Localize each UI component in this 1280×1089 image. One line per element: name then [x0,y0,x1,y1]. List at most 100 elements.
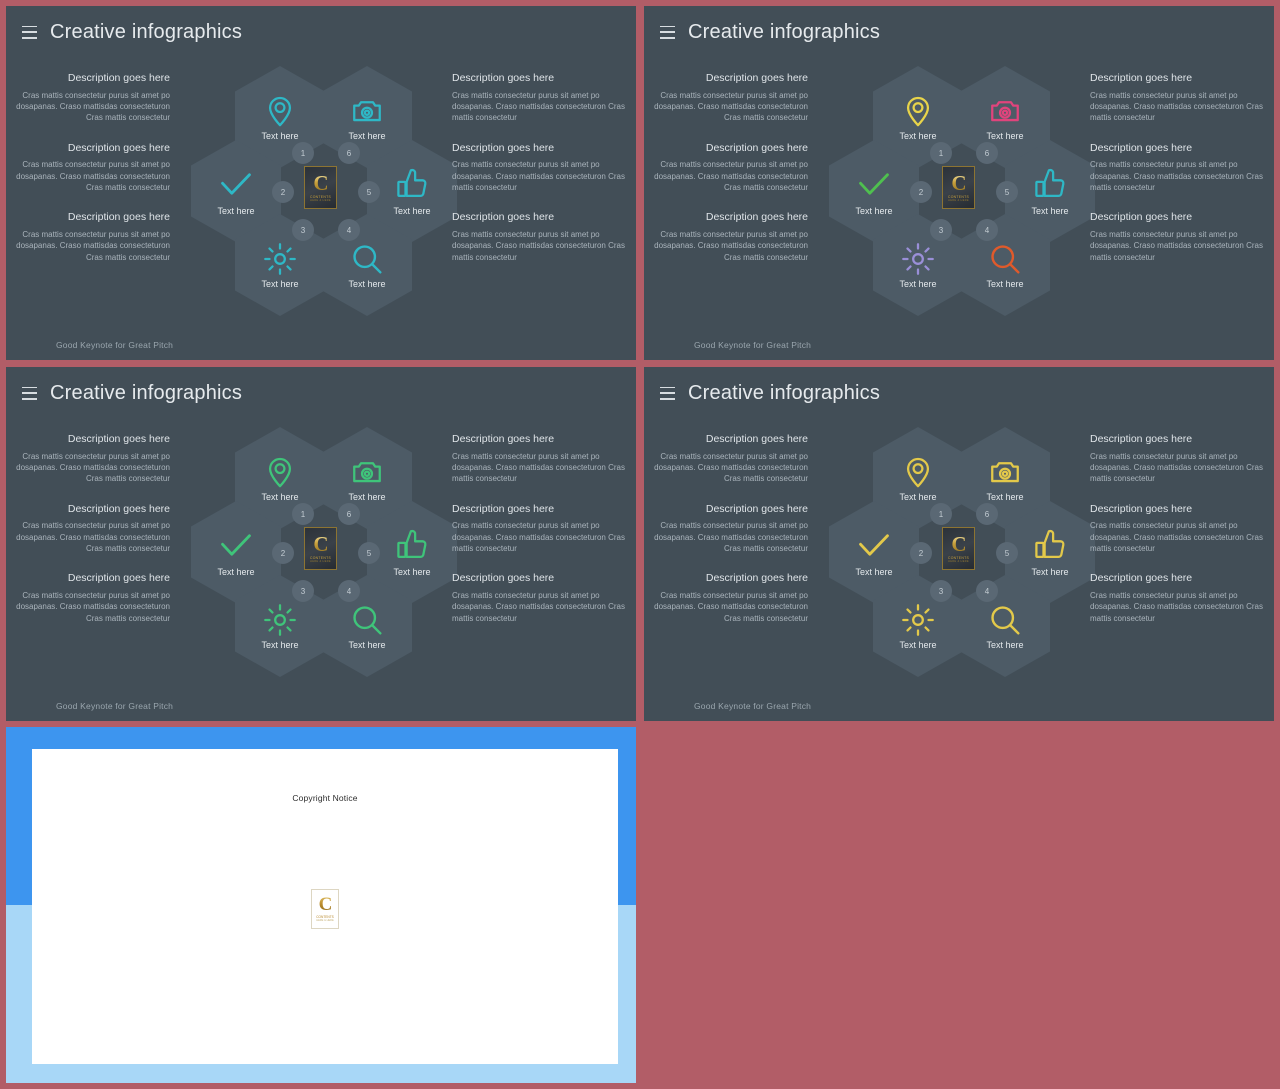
logo-letter: C [313,170,328,195]
description-body: Cras mattis consectetur purus sit amet p… [452,160,625,192]
description-block: Description goes here Cras mattis consec… [452,72,626,124]
description-block: Description goes here Cras mattis consec… [6,72,170,124]
description-title: Description goes here [705,211,808,224]
step-number-badge[interactable]: 6 [976,503,998,525]
description-title: Description goes here [67,433,170,445]
hamburger-icon[interactable] [660,25,675,39]
location-pin-icon [263,94,297,128]
description-title: Description goes here [1090,211,1193,224]
hamburger-icon[interactable] [22,386,37,400]
hex-tile-label: Text here [348,639,386,650]
step-number-badge[interactable]: 4 [338,580,360,602]
description-title: Description goes here [705,72,808,84]
description-body: Cras mattis consectetur purus sit amet p… [1090,229,1263,262]
step-number-badge[interactable]: 6 [338,142,360,164]
description-block: Description goes here Cras mattis consec… [452,142,626,194]
search-icon [988,242,1022,276]
step-number-badge[interactable]: 6 [976,142,998,164]
hexagon-cluster: Text here Text here Text here Text here Text… [191,66,457,316]
description-title: Description goes here [452,572,555,585]
step-number-badge[interactable]: 1 [292,142,314,164]
hex-tile-label: Text here [986,278,1024,289]
hex-tile-label: Text here [855,205,893,216]
page-title: Creative infographics [688,20,881,43]
page-title: Creative infographics [688,381,881,404]
logo-line-2: HERE & HERE [948,559,969,563]
slide-panel-3[interactable]: Creative infographics Description goes h… [6,367,636,721]
step-number-badge[interactable]: 3 [292,219,314,241]
description-title: Description goes here [452,72,555,84]
slide-footer: Good Keynote for Great Pitch [694,701,812,711]
description-column-left: Description goes here Cras mattis consec… [644,433,818,624]
description-block: Description goes here Cras mattis consec… [452,211,626,263]
hex-tile-label: Text here [393,205,431,216]
hex-tile-label: Text here [899,491,937,502]
step-number-badge[interactable]: 5 [358,181,380,203]
step-number-badge[interactable]: 5 [996,181,1018,203]
location-pin-icon [263,455,297,489]
step-number-badge[interactable]: 5 [358,542,380,564]
hex-tile-label: Text here [986,130,1024,141]
description-column-left: Description goes here Cras mattis consec… [6,433,180,624]
search-icon [350,242,384,276]
description-block: Description goes here Cras mattis consec… [644,142,808,194]
description-title: Description goes here [1090,502,1193,515]
logo-line-2: HERE & HERE [310,198,331,202]
slide-panel-4[interactable]: Creative infographics Description goes h… [644,367,1274,721]
center-brand-logo: C CONTENTS HERE & HERE [304,527,337,570]
step-number-badge[interactable]: 2 [272,542,294,564]
camera-icon [350,455,384,489]
center-brand-logo: C CONTENTS HERE & HERE [942,527,975,570]
description-block: Description goes here Cras mattis consec… [452,433,626,485]
step-number-badge[interactable]: 2 [910,542,932,564]
step-number-badge[interactable]: 1 [930,142,952,164]
step-number-badge[interactable]: 5 [996,542,1018,564]
page-title: Creative infographics [50,20,243,43]
description-body: Cras mattis consectetur purus sit amet p… [16,90,170,123]
step-number-badge[interactable]: 1 [292,503,314,525]
center-brand-logo: C CONTENTS HERE & HERE [942,166,975,209]
logo-line-2: HERE & HERE [948,198,969,202]
description-body: Cras mattis consectetur purus sit amet p… [16,521,170,553]
description-body: Cras mattis consectetur purus sit amet p… [1090,160,1263,192]
description-body: Cras mattis consectetur purus sit amet p… [452,521,625,553]
step-number-badge[interactable]: 2 [910,181,932,203]
hex-tile-label: Text here [986,639,1024,650]
hamburger-icon[interactable] [22,25,37,39]
description-column-right: Description goes here Cras mattis consec… [452,433,626,624]
hex-tile-label: Text here [261,130,299,141]
gear-icon [263,603,297,637]
description-column-right: Description goes here Cras mattis consec… [1090,72,1264,263]
slide-panel-2[interactable]: Creative infographics Description goes h… [644,6,1274,360]
copyright-slide-panel[interactable]: Copyright Notice C CONTENTS HERE & HERE [6,727,636,1083]
description-body: Cras mattis consectetur purus sit amet p… [16,229,170,262]
hex-tile-label: Text here [899,278,937,289]
step-number-badge[interactable]: 3 [292,580,314,602]
description-title: Description goes here [452,141,555,154]
description-block: Description goes here Cras mattis consec… [1090,503,1264,555]
hamburger-icon[interactable] [660,386,675,400]
center-brand-logo: C CONTENTS HERE & HERE [304,166,337,209]
description-block: Description goes here Cras mattis consec… [452,572,626,624]
description-body: Cras mattis consectetur purus sit amet p… [1090,521,1263,553]
description-body: Cras mattis consectetur purus sit amet p… [452,90,625,123]
description-body: Cras mattis consectetur purus sit amet p… [16,451,170,484]
slide-panel-1[interactable]: Creative infographics Description goes h… [6,6,636,360]
step-number-badge[interactable]: 3 [930,219,952,241]
check-icon [857,528,891,562]
description-title: Description goes here [1090,572,1193,585]
description-title: Description goes here [67,502,170,515]
step-number-badge[interactable]: 4 [976,219,998,241]
gear-icon [901,603,935,637]
description-title: Description goes here [1090,72,1193,84]
step-number-badge[interactable]: 4 [976,580,998,602]
step-number-badge[interactable]: 2 [272,181,294,203]
description-body: Cras mattis consectetur purus sit amet p… [452,590,625,623]
step-number-badge[interactable]: 3 [930,580,952,602]
step-number-badge[interactable]: 4 [338,219,360,241]
step-number-badge[interactable]: 6 [338,503,360,525]
hex-tile-label: Text here [217,205,255,216]
hexagon-cluster: Text here Text here Text here Text here Text… [829,427,1095,677]
step-number-badge[interactable]: 1 [930,503,952,525]
description-body: Cras mattis consectetur purus sit amet p… [654,590,808,623]
